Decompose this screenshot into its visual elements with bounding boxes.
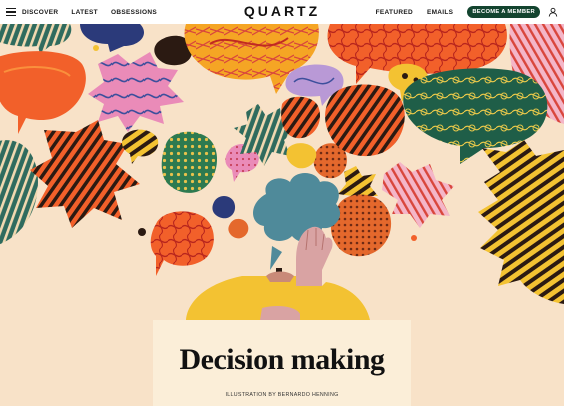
nav-emails-link[interactable]: EMAILS bbox=[427, 9, 453, 16]
user-icon[interactable] bbox=[548, 7, 558, 17]
bubble-shape bbox=[0, 24, 72, 54]
bubble-shape bbox=[228, 218, 249, 239]
become-member-button[interactable]: BECOME A MEMBER bbox=[467, 6, 540, 18]
bubble-shape bbox=[270, 246, 282, 270]
bubble-shape bbox=[325, 84, 405, 157]
bubble-shape bbox=[80, 24, 145, 52]
hero-illustration bbox=[0, 24, 564, 320]
nav-right: FEATURED EMAILS BECOME A MEMBER bbox=[376, 0, 558, 24]
bubble-shape bbox=[138, 228, 146, 236]
bubble-shape bbox=[281, 96, 321, 139]
bubble-shape bbox=[411, 235, 417, 241]
bubble-shape bbox=[286, 143, 317, 169]
bubble-shape bbox=[212, 196, 236, 219]
bubble-shape bbox=[0, 140, 38, 245]
speech-bubbles-illustration bbox=[0, 24, 564, 320]
bubble-shape bbox=[30, 120, 140, 228]
bubble-shape bbox=[150, 211, 214, 276]
bubble-shape bbox=[253, 173, 341, 243]
bubble-shape bbox=[122, 129, 159, 164]
person-illustration bbox=[266, 271, 294, 282]
illustration-credit: ILLUSTRATION BY BERNARDO HENNING bbox=[225, 392, 339, 398]
bubble-shape bbox=[382, 162, 454, 228]
bubble-shape bbox=[161, 131, 218, 193]
article-title: Decision making bbox=[179, 343, 385, 376]
bubble-shape bbox=[93, 45, 99, 51]
top-navigation-bar: DISCOVER LATEST OBSESSIONS QUARTZ FEATUR… bbox=[0, 0, 564, 24]
bubble-shape bbox=[478, 140, 564, 304]
bubble-shape bbox=[330, 194, 392, 257]
nav-featured-link[interactable]: FEATURED bbox=[376, 9, 413, 16]
bubble-shape bbox=[0, 51, 86, 134]
